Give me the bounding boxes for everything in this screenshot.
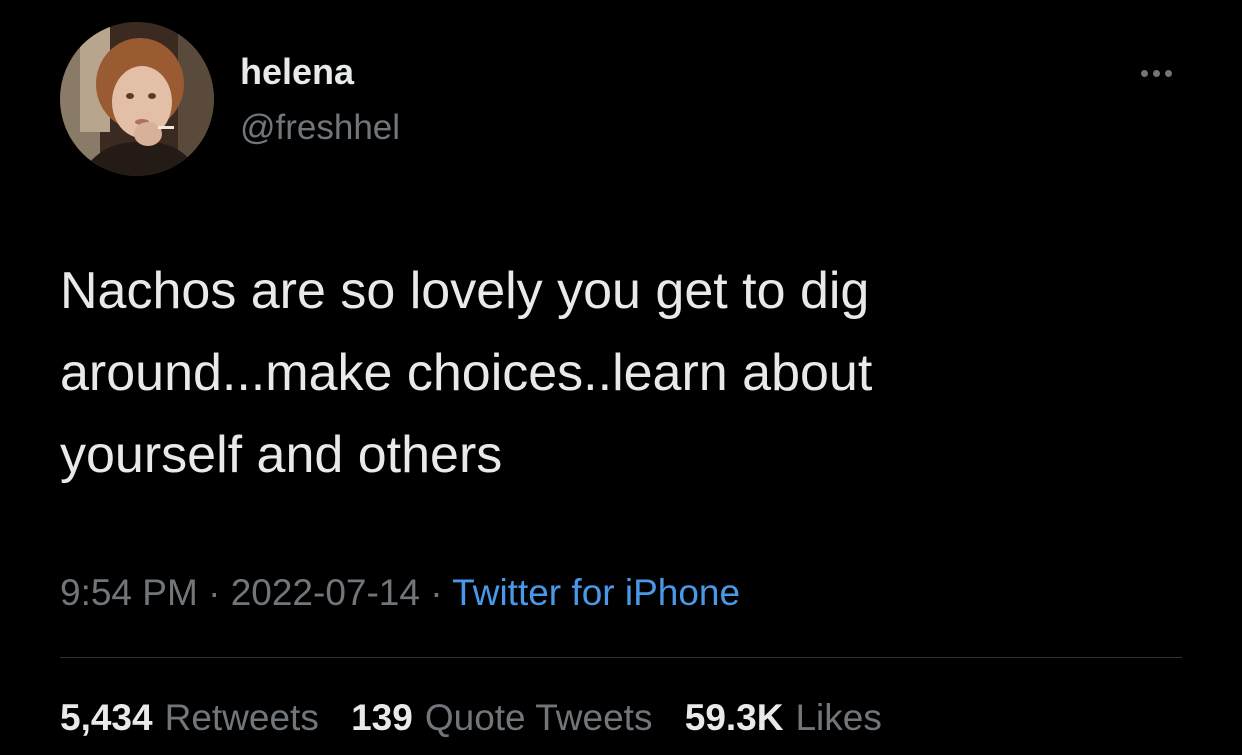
tweet-time[interactable]: 9:54 PM: [60, 572, 198, 613]
retweets-count: 5,434: [60, 697, 153, 738]
likes-label: Likes: [795, 697, 882, 738]
tweet-stats: 5,434 Retweets 139 Quote Tweets 59.3K Likes: [60, 695, 904, 741]
tweet-metadata: 9:54 PM · 2022-07-14 · Twitter for iPhon…: [60, 570, 740, 616]
likes-stat[interactable]: 59.3K Likes: [685, 697, 882, 738]
retweets-stat[interactable]: 5,434 Retweets: [60, 697, 319, 738]
likes-count: 59.3K: [684, 697, 784, 738]
divider: [60, 657, 1182, 658]
meta-separator: ·: [197, 572, 231, 613]
tweet-date[interactable]: 2022-07-14: [231, 572, 420, 613]
tweet-text: Nachos are so lovely you get to dig arou…: [60, 262, 873, 484]
more-dot: [1140, 69, 1148, 77]
user-handle[interactable]: @freshhel: [240, 107, 400, 149]
quote-tweets-count: 139: [351, 697, 413, 738]
meta-separator: ·: [419, 572, 453, 613]
retweets-label: Retweets: [164, 697, 319, 738]
tweet-card: helena @freshhel Nachos are so lovely yo…: [0, 0, 1242, 755]
tweet-source-link[interactable]: Twitter for iPhone: [452, 572, 740, 613]
more-dot: [1152, 69, 1160, 77]
avatar[interactable]: [60, 22, 214, 176]
display-name[interactable]: helena: [240, 50, 354, 94]
quote-tweets-label: Quote Tweets: [424, 697, 653, 738]
quote-tweets-stat[interactable]: 139 Quote Tweets: [351, 697, 652, 738]
profile-photo-image: [60, 22, 214, 176]
more-dot: [1164, 69, 1172, 77]
ellipsis-icon[interactable]: [1130, 58, 1182, 88]
